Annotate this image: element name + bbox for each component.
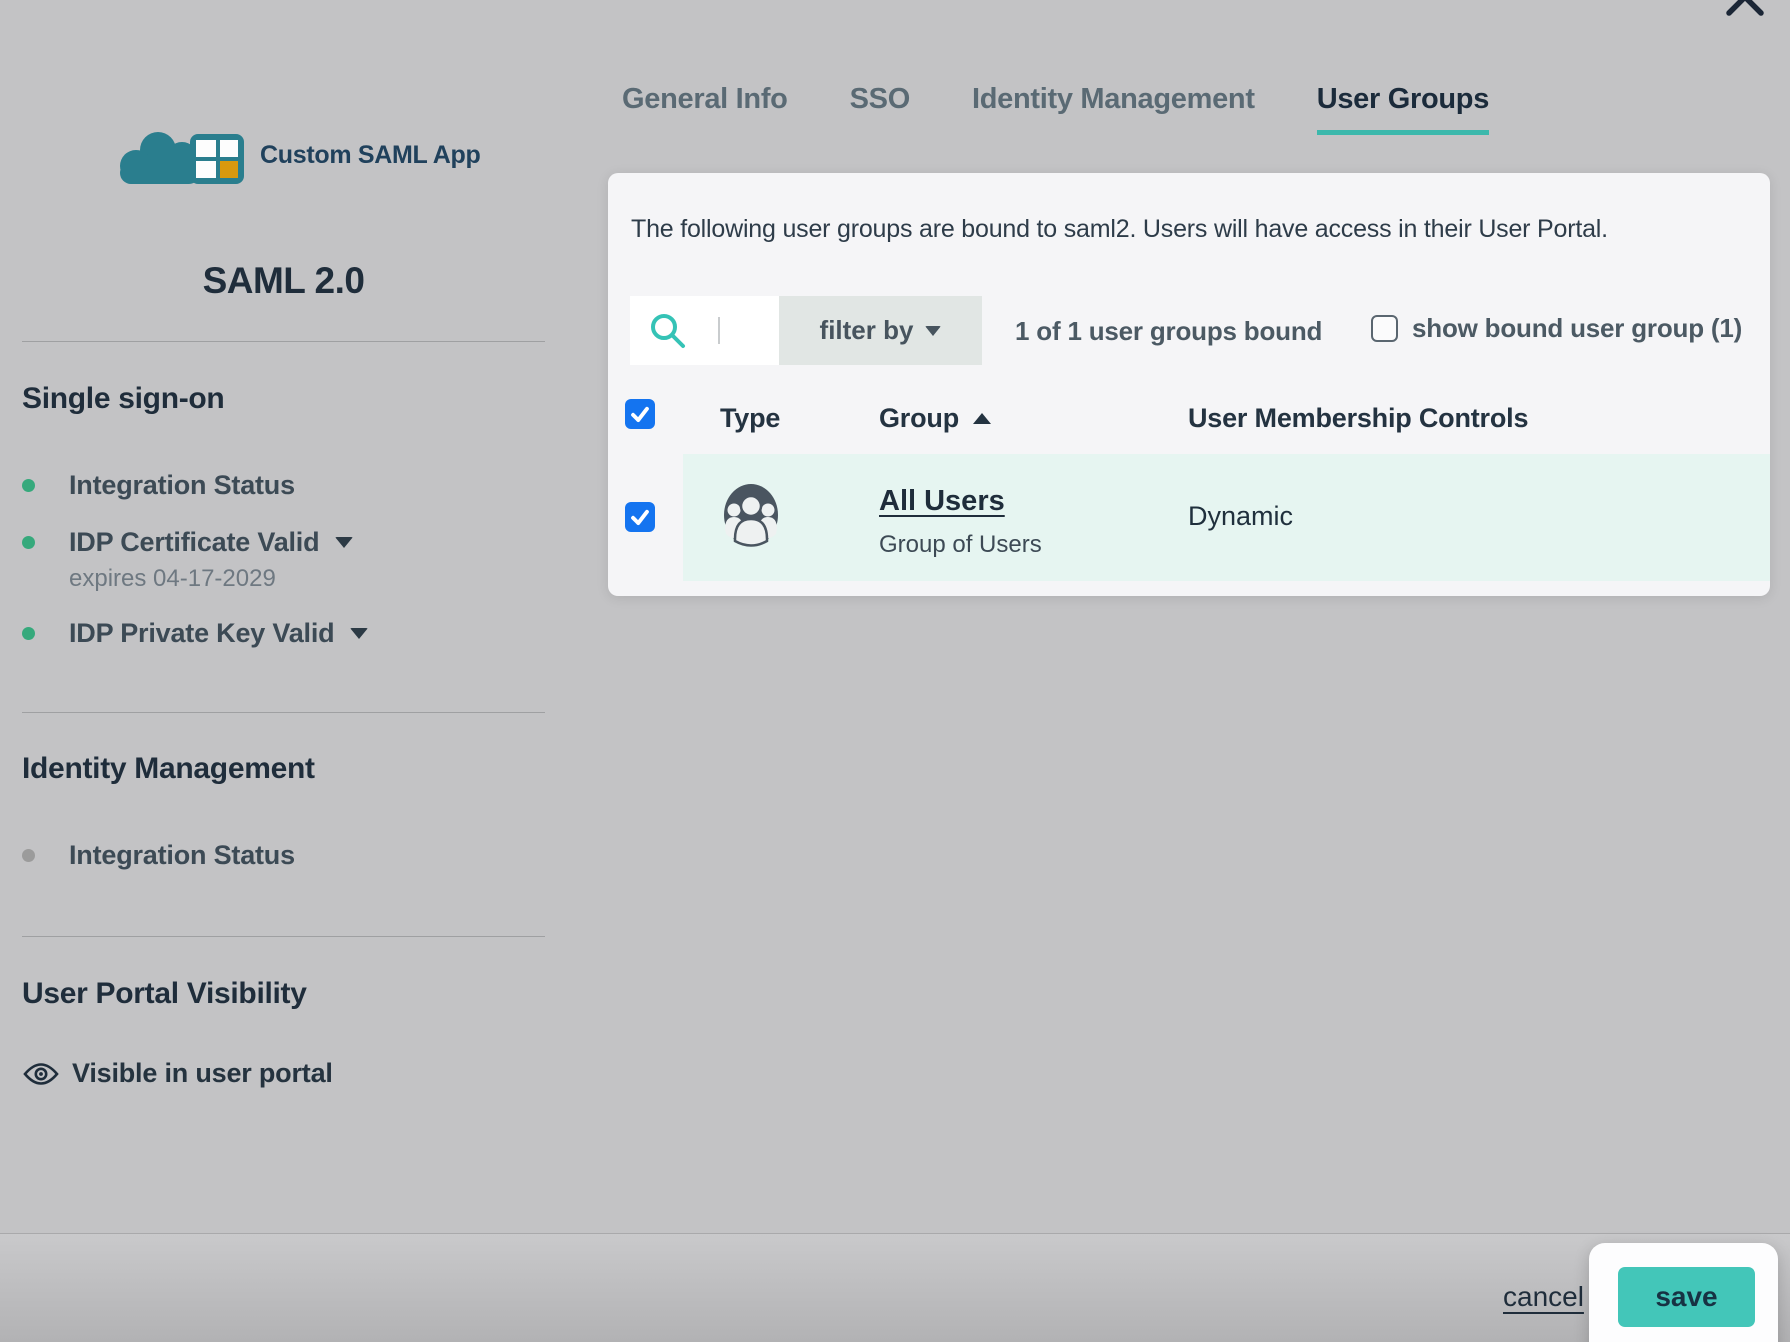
filter-by-dropdown[interactable]: filter by bbox=[779, 296, 982, 365]
sidebar-item-idp-private-key-valid[interactable]: IDP Private Key Valid bbox=[22, 618, 368, 649]
column-header-user-membership-controls[interactable]: User Membership Controls bbox=[1188, 403, 1528, 434]
search-input[interactable] bbox=[630, 296, 779, 365]
section-title-user-portal-visibility: User Portal Visibility bbox=[22, 977, 307, 1011]
text-caret bbox=[718, 317, 720, 344]
tab-sso[interactable]: SSO bbox=[850, 82, 910, 135]
checkmark-icon bbox=[627, 504, 653, 530]
sidebar-item-sso-integration-status: Integration Status bbox=[22, 470, 295, 501]
section-title-identity-management: Identity Management bbox=[22, 752, 315, 786]
search-icon bbox=[650, 313, 686, 349]
certificate-expiry-text: expires 04-17-2029 bbox=[69, 565, 276, 593]
user-groups-panel: The following user groups are bound to s… bbox=[608, 173, 1770, 596]
group-type-text: Group of Users bbox=[879, 531, 1042, 559]
app-logo-label: Custom SAML App bbox=[260, 141, 481, 170]
save-button-card: save bbox=[1589, 1243, 1778, 1342]
bound-groups-summary: 1 of 1 user groups bound bbox=[1015, 316, 1322, 347]
cloud-grid-app-logo-icon bbox=[118, 124, 248, 186]
status-dot-gray-icon bbox=[22, 849, 35, 862]
search-filter-group: filter by bbox=[630, 296, 982, 365]
panel-description: The following user groups are bound to s… bbox=[631, 215, 1608, 244]
group-name-link[interactable]: All Users bbox=[879, 485, 1005, 518]
tab-general-info[interactable]: General Info bbox=[622, 82, 788, 135]
sidebar-item-idp-certificate-valid[interactable]: IDP Certificate Valid bbox=[22, 527, 353, 558]
sidebar-item-visible-in-user-portal: Visible in user portal bbox=[22, 1058, 333, 1089]
chevron-down-icon[interactable] bbox=[350, 628, 368, 639]
column-header-type[interactable]: Type bbox=[720, 403, 780, 434]
sort-ascending-icon bbox=[973, 413, 991, 424]
chevron-down-icon bbox=[925, 326, 941, 336]
protocol-title: SAML 2.0 bbox=[22, 260, 545, 302]
show-bound-checkbox[interactable] bbox=[1371, 315, 1398, 342]
membership-control-value: Dynamic bbox=[1188, 501, 1293, 532]
sidebar-item-idm-integration-status: Integration Status bbox=[22, 840, 295, 871]
section-title-single-sign-on: Single sign-on bbox=[22, 382, 224, 416]
close-icon[interactable] bbox=[1722, 0, 1768, 20]
tab-bar: General Info SSO Identity Management Use… bbox=[622, 82, 1489, 135]
sidebar-divider bbox=[22, 712, 545, 713]
column-header-group[interactable]: Group bbox=[879, 403, 991, 434]
column-header-group-label: Group bbox=[879, 403, 959, 434]
cancel-button[interactable]: cancel bbox=[1503, 1281, 1584, 1313]
row-checkbox[interactable] bbox=[625, 502, 655, 532]
tab-identity-management[interactable]: Identity Management bbox=[972, 82, 1255, 135]
status-dot-green-icon bbox=[22, 627, 35, 640]
user-group-avatar-icon bbox=[723, 483, 779, 552]
sidebar-divider bbox=[22, 936, 545, 937]
select-all-checkbox[interactable] bbox=[625, 399, 655, 429]
checkmark-icon bbox=[627, 401, 653, 427]
filter-by-label: filter by bbox=[820, 315, 914, 346]
sidebar-divider bbox=[22, 341, 545, 342]
chevron-down-icon[interactable] bbox=[335, 537, 353, 548]
save-button[interactable]: save bbox=[1618, 1267, 1755, 1327]
status-dot-green-icon bbox=[22, 536, 35, 549]
sidebar: Custom SAML App SAML 2.0 Single sign-on … bbox=[0, 0, 560, 1233]
show-bound-user-group-toggle[interactable]: show bound user group (1) bbox=[1371, 313, 1742, 344]
tab-user-groups[interactable]: User Groups bbox=[1317, 82, 1489, 135]
app-logo: Custom SAML App bbox=[118, 124, 481, 186]
show-bound-label: show bound user group (1) bbox=[1412, 313, 1742, 344]
status-dot-green-icon bbox=[22, 479, 35, 492]
eye-icon bbox=[22, 1062, 60, 1086]
